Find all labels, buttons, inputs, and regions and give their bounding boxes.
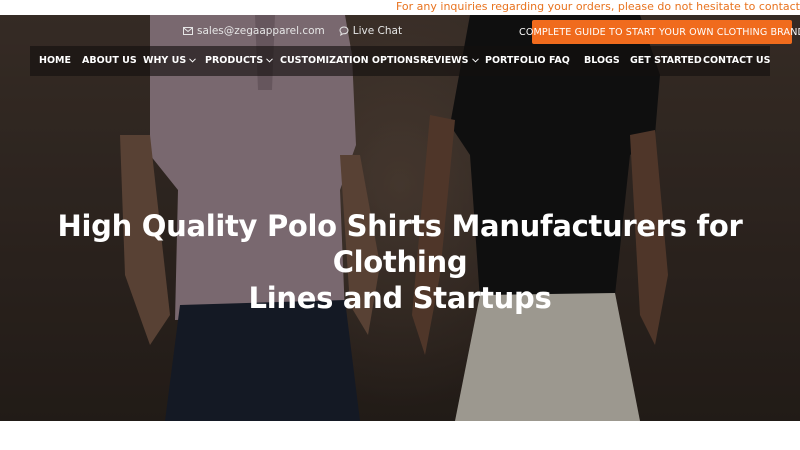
nav-item-label: ABOUT US xyxy=(82,55,137,66)
nav-item-home[interactable]: HOME xyxy=(39,55,71,66)
brand-guide-button[interactable]: COMPLETE GUIDE TO START YOUR OWN CLOTHIN… xyxy=(519,20,800,44)
nav-item-get-started[interactable]: GET STARTED xyxy=(630,55,702,66)
hero-title-line-1: High Quality Polo Shirts Manufacturers f… xyxy=(57,209,743,279)
nav-item-label: HOME xyxy=(39,55,71,66)
nav-item-about-us[interactable]: ABOUT US xyxy=(82,55,137,66)
live-chat-label: Live Chat xyxy=(352,25,403,37)
nav-item-label: PORTFOLIO xyxy=(485,55,546,66)
nav-item-label: CONTACT US xyxy=(703,55,771,66)
nav-item-label: GET STARTED xyxy=(630,55,702,66)
nav-item-label: FAQ xyxy=(549,55,570,66)
nav-item-contact-us[interactable]: CONTACT US xyxy=(703,55,770,66)
nav-item-products[interactable]: PRODUCTS xyxy=(205,55,274,66)
email-label: sales@zegaapparel.com xyxy=(197,25,325,37)
email-link[interactable]: sales@zegaapparel.com xyxy=(183,25,325,37)
hero-section: sales@zegaapparel.com Live Chat COMPLETE… xyxy=(0,15,800,421)
hero-title-line-2: Lines and Startups xyxy=(248,281,552,315)
nav-item-customization-options[interactable]: CUSTOMIZATION OPTIONS xyxy=(280,55,430,66)
notice-bar: For any inquiries regarding your orders,… xyxy=(0,0,800,15)
live-chat-link[interactable]: Live Chat xyxy=(339,25,402,37)
nav-item-label: BLOGS xyxy=(584,55,620,66)
nav-item-label: REVIEWS xyxy=(420,55,469,66)
chat-bubble-icon xyxy=(339,26,349,36)
nav-item-label: WHY US xyxy=(143,55,187,66)
hero-title: High Quality Polo Shirts Manufacturers f… xyxy=(0,208,800,316)
nav-item-faq[interactable]: FAQ xyxy=(549,55,570,66)
nav-item-blogs[interactable]: BLOGS xyxy=(584,55,620,66)
nav-item-why-us[interactable]: WHY US xyxy=(143,55,197,66)
chevron-down-icon xyxy=(189,58,197,63)
top-contact-links: sales@zegaapparel.com Live Chat xyxy=(183,25,416,37)
nav-item-label: PRODUCTS xyxy=(205,55,264,66)
notice-text: For any inquiries regarding your orders,… xyxy=(395,0,800,13)
nav-item-portfolio[interactable]: PORTFOLIO xyxy=(485,55,546,66)
nav-item-reviews[interactable]: REVIEWS xyxy=(420,55,479,66)
envelope-icon xyxy=(183,27,193,35)
chevron-down-icon xyxy=(471,58,479,63)
chevron-down-icon xyxy=(266,58,274,63)
nav-item-label: CUSTOMIZATION OPTIONS xyxy=(280,55,420,66)
main-navbar: HOME ABOUT US WHY US PRODUCTS CUSTOMIZAT… xyxy=(30,46,770,76)
